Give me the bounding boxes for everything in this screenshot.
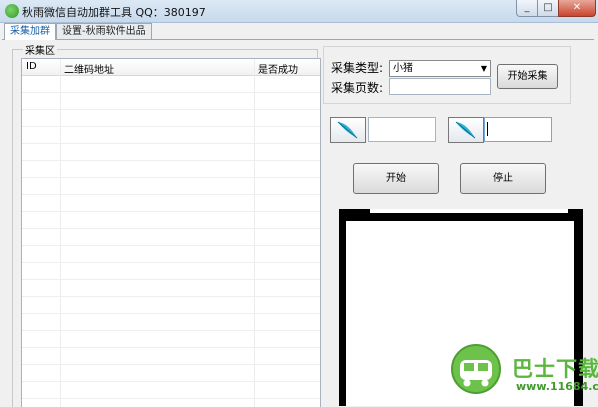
list-row-line (22, 279, 320, 280)
text-field-one[interactable] (368, 117, 436, 142)
watermark-logo (451, 344, 501, 394)
tab-collect-join[interactable]: 采集加群 (4, 23, 56, 40)
list-row-line (22, 160, 320, 161)
list-row-line (22, 211, 320, 212)
text-caret (487, 122, 488, 136)
start-button[interactable]: 开始 (353, 163, 439, 194)
close-button[interactable]: ✕ (558, 0, 596, 17)
list-row-line (22, 177, 320, 178)
list-row-line (22, 262, 320, 263)
list-row-line (22, 381, 320, 382)
watermark-title: 巴士下载 (512, 357, 598, 381)
qr-frame-gap (370, 209, 568, 213)
column-header-success[interactable]: 是否成功 (258, 61, 298, 76)
column-divider (60, 59, 61, 407)
collect-type-value: 小猪 (393, 63, 413, 74)
list-row-line (22, 92, 320, 93)
feather-pen-icon[interactable] (448, 117, 484, 143)
list-row-line (22, 109, 320, 110)
tab-settings[interactable]: 设置-秋雨软件出品 (56, 23, 152, 39)
list-row-line (22, 330, 320, 331)
window-title: 秋雨微信自动加群工具 QQ：380197 (22, 6, 206, 19)
maximize-button[interactable]: □ (537, 0, 559, 17)
collect-type-label: 采集类型: (331, 61, 384, 75)
list-row-line (22, 245, 320, 246)
list-row-line (22, 194, 320, 195)
text-field-two[interactable] (484, 117, 552, 142)
list-row-line (22, 398, 320, 399)
collect-list[interactable]: ID 二维码地址 是否成功 (21, 58, 321, 407)
title-bar: 秋雨微信自动加群工具 QQ：380197 _ □ ✕ (0, 0, 598, 23)
list-row-line (22, 143, 320, 144)
dropdown-arrow-icon[interactable]: ▼ (481, 61, 487, 76)
feather-pen-icon[interactable] (330, 117, 366, 143)
collect-type-select[interactable]: 小猪 ▼ (389, 60, 491, 77)
stop-button[interactable]: 停止 (460, 163, 546, 194)
column-divider (254, 59, 255, 407)
list-header: ID 二维码地址 是否成功 (22, 59, 320, 76)
column-header-id[interactable]: ID (26, 61, 37, 72)
collect-group-title: 采集区 (23, 42, 57, 57)
collect-pages-label: 采集页数: (331, 81, 384, 95)
list-row-line (22, 347, 320, 348)
list-row-line (22, 228, 320, 229)
list-row-line (22, 126, 320, 127)
column-header-qr-url[interactable]: 二维码地址 (64, 61, 114, 76)
minimize-button[interactable]: _ (516, 0, 538, 17)
watermark-url: www.11684.com (516, 380, 598, 393)
start-collect-button[interactable]: 开始采集 (497, 64, 558, 89)
collect-pages-input[interactable] (389, 78, 491, 95)
list-row-line (22, 364, 320, 365)
list-row-line (22, 296, 320, 297)
list-row-line (22, 313, 320, 314)
wechat-app-icon (5, 4, 19, 18)
